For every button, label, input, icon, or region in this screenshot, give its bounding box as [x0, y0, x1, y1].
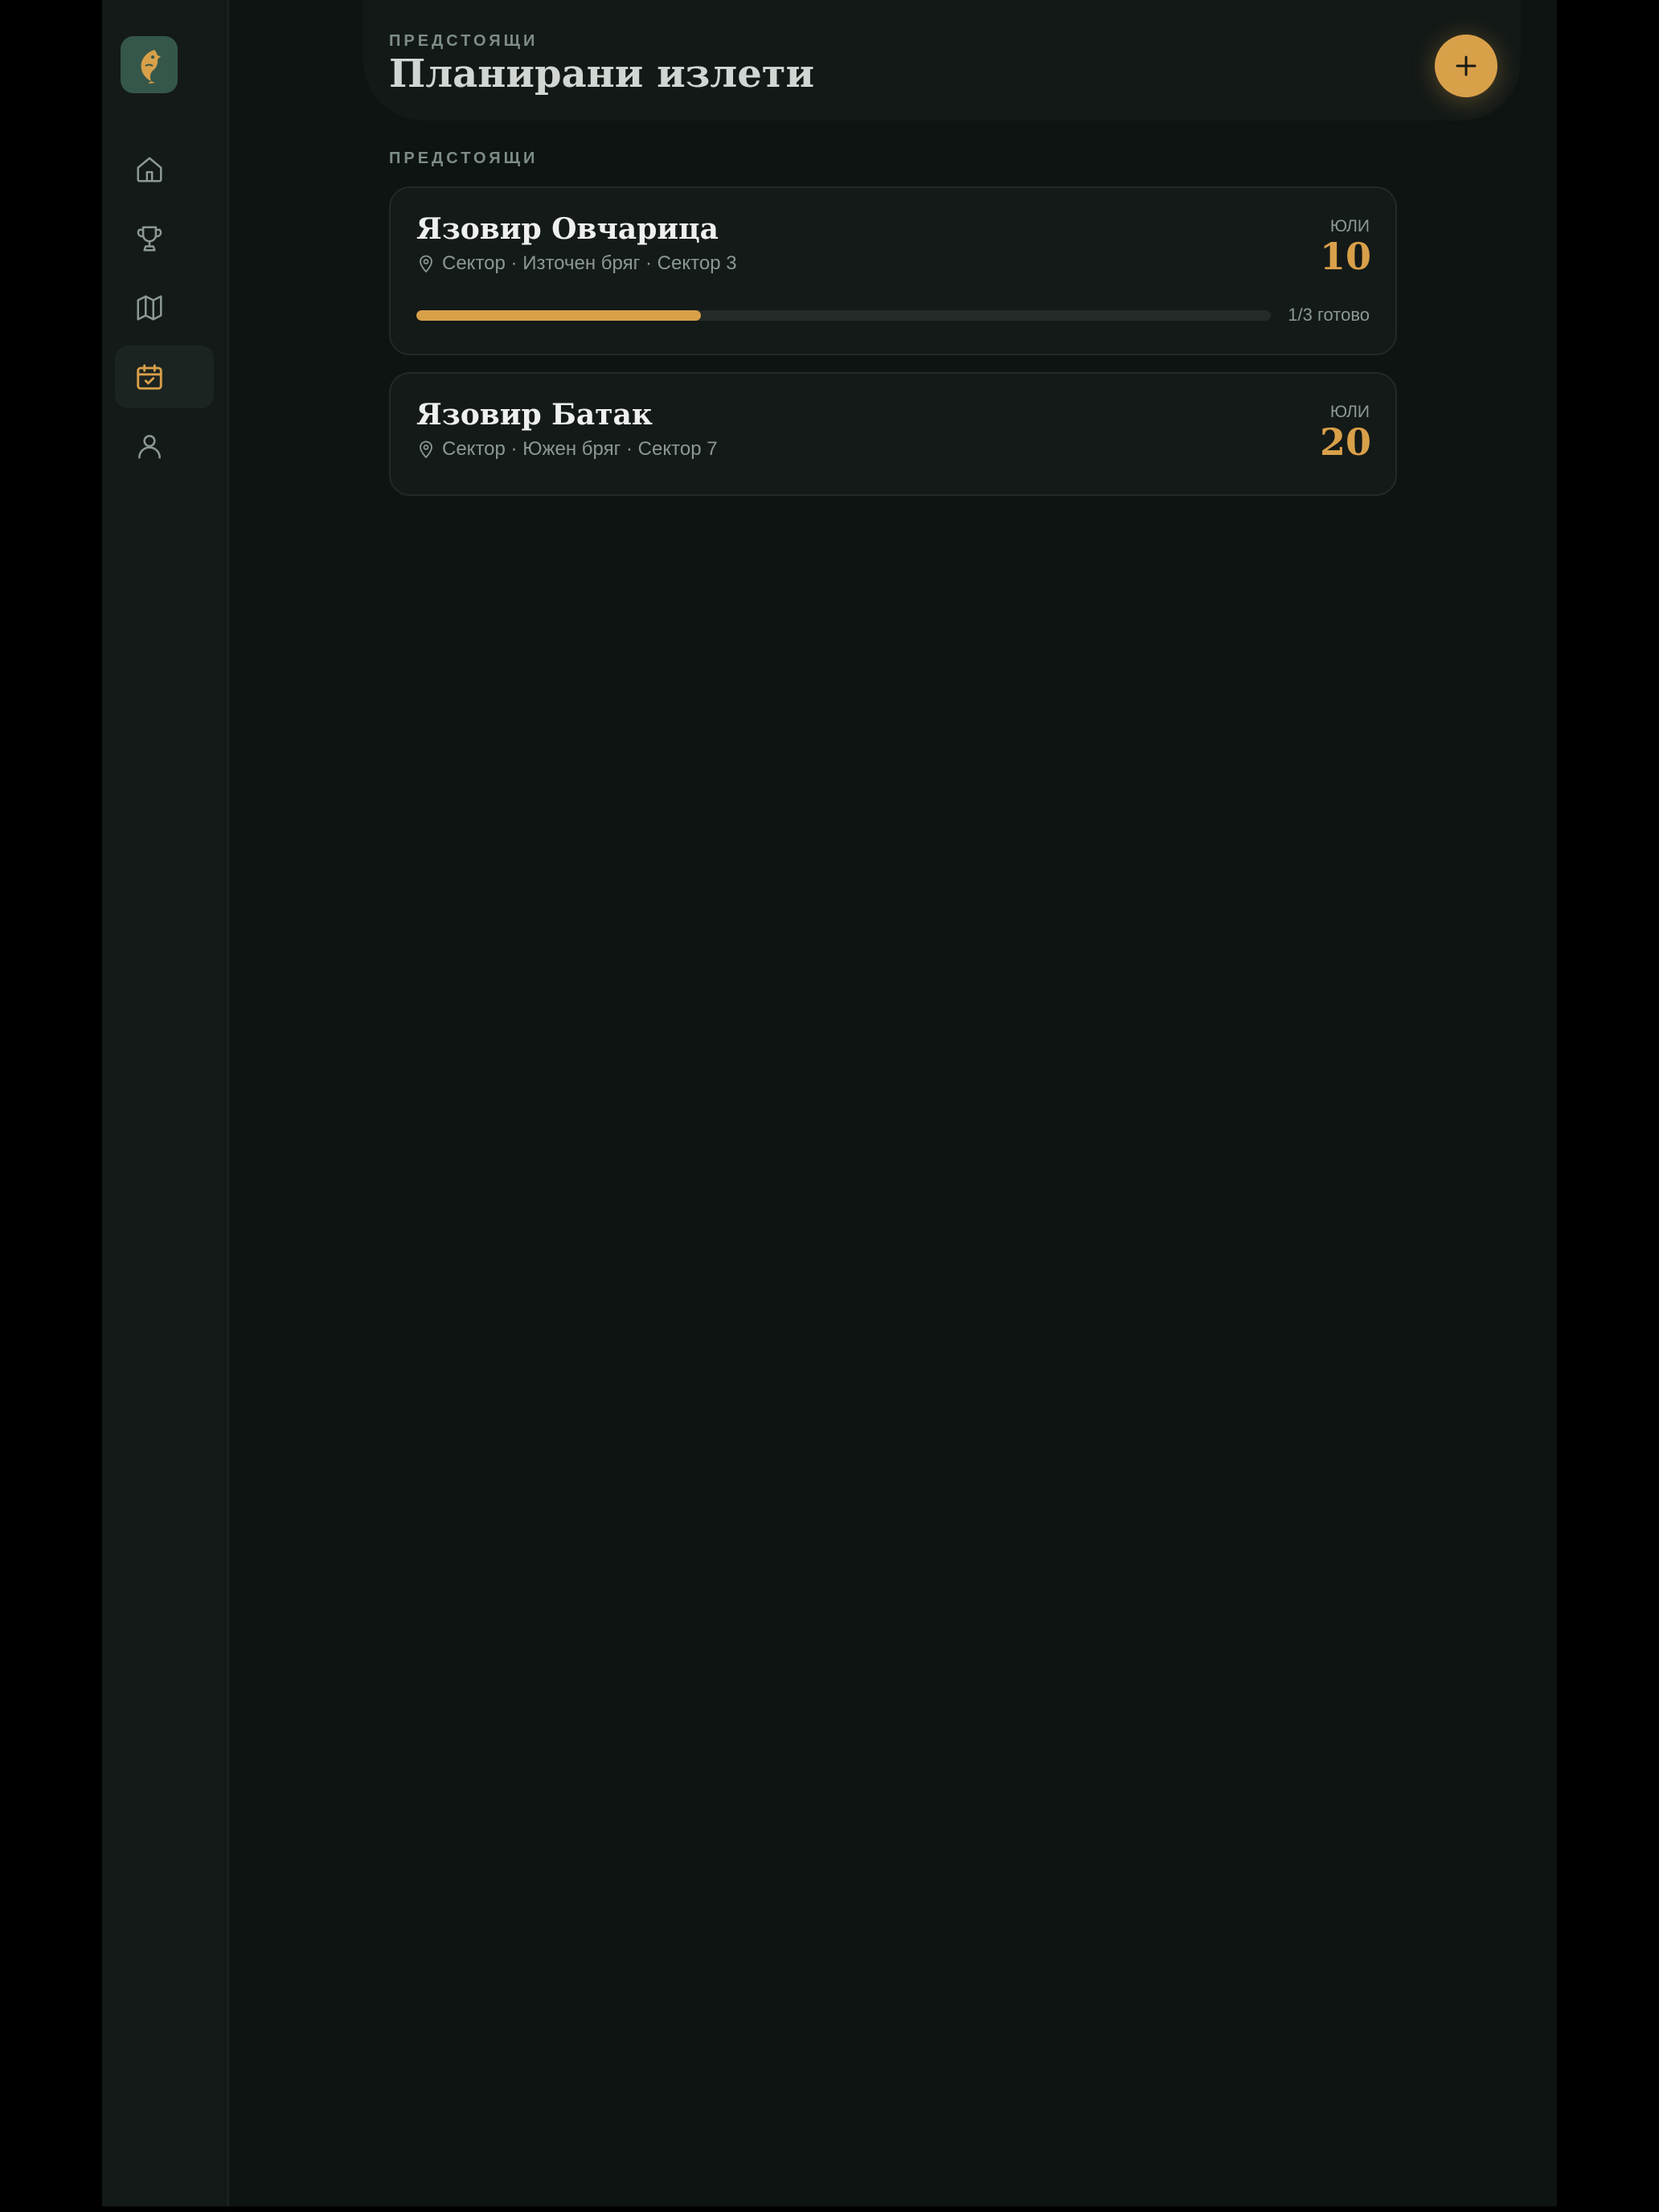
add-trip-button[interactable] [1435, 35, 1497, 97]
trip-name: Язовир Овчарица [416, 212, 719, 246]
home-icon [137, 157, 162, 182]
trip-card[interactable]: Язовир Овчарица Сектор · Източен бряг · … [389, 186, 1397, 355]
calendar-check-icon [137, 364, 162, 390]
page-title: Планирани излети [389, 51, 815, 96]
trophy-icon [137, 226, 162, 252]
nav-item-home[interactable] [115, 138, 214, 201]
trip-progress-fill [416, 310, 702, 321]
nav-item-map[interactable] [115, 276, 214, 339]
location-pin-icon [420, 255, 432, 272]
trip-card[interactable]: Язовир Батак Сектор · Южен бряг · Сектор… [389, 372, 1397, 496]
trip-month: ЮЛИ [1329, 403, 1370, 421]
trip-month: ЮЛИ [1329, 217, 1370, 236]
app-logo[interactable] [121, 36, 178, 93]
trip-location-text: Сектор · Южен бряг · Сектор 7 [442, 438, 718, 460]
nav-item-planned-trips[interactable] [115, 346, 214, 408]
trip-name: Язовир Батак [416, 398, 653, 432]
page-header: ПРЕДСТОЯЩИ Планирани излети [363, 0, 1521, 121]
app-window: ПРЕДСТОЯЩИ Планирани излети ПРЕДСТОЯЩИ Я… [102, 0, 1557, 2206]
location-pin-icon [420, 440, 432, 458]
fish-logo-icon [141, 49, 161, 84]
trip-progress-text: 1/3 готово [1288, 305, 1370, 325]
section-label: ПРЕДСТОЯЩИ [389, 150, 539, 167]
trip-progress-bar [416, 310, 1271, 321]
header-eyebrow: ПРЕДСТОЯЩИ [389, 32, 539, 50]
user-icon [138, 435, 161, 459]
plus-icon [1456, 55, 1477, 76]
map-icon [137, 295, 162, 321]
sidebar [102, 0, 229, 2206]
trip-day: 10 [1319, 235, 1371, 278]
trip-location-text: Сектор · Източен бряг · Сектор 3 [442, 252, 737, 274]
trip-location: Сектор · Източен бряг · Сектор 3 [416, 252, 737, 275]
trip-day: 20 [1319, 420, 1371, 464]
nav-item-trophies[interactable] [115, 207, 214, 270]
trip-location: Сектор · Южен бряг · Сектор 7 [416, 438, 718, 461]
nav-item-profile[interactable] [115, 415, 214, 477]
